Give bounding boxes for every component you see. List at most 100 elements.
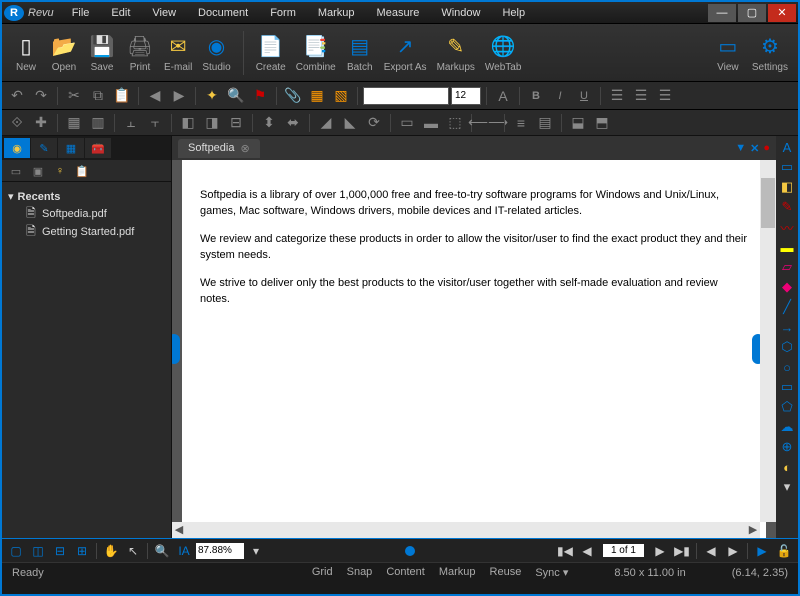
settings-button[interactable]: ⚙Settings — [748, 30, 792, 75]
tree-recents-header[interactable]: ▾ Recents — [6, 188, 167, 205]
font-color-icon[interactable]: A — [492, 85, 514, 107]
split-h-button[interactable]: ◫ — [28, 541, 48, 561]
create-button[interactable]: 📄Create — [252, 30, 290, 75]
markup-tool-icon[interactable]: ⬡ — [778, 338, 796, 356]
markup-tool-icon[interactable]: ▱ — [778, 258, 796, 276]
t2-icon[interactable]: ⬒ — [591, 112, 613, 134]
underline-button[interactable]: U — [573, 85, 595, 107]
presentation-button[interactable]: ▶ — [752, 541, 772, 561]
menu-help[interactable]: Help — [492, 5, 535, 21]
exportas-button[interactable]: ↗Export As — [380, 30, 431, 75]
markup-tool-icon[interactable]: ◆ — [778, 278, 796, 296]
scroll-right-icon[interactable]: ▶ — [746, 523, 760, 537]
undo-button[interactable]: ↶ — [6, 85, 28, 107]
markup-tool-icon[interactable]: ○ — [778, 358, 796, 376]
save-button[interactable]: 💾Save — [84, 30, 120, 75]
menu-edit[interactable]: Edit — [101, 5, 140, 21]
first-page-button[interactable]: ▮◀ — [555, 541, 575, 561]
maximize-button[interactable]: ▢ — [738, 4, 766, 22]
scrollbar-vertical[interactable] — [760, 160, 776, 522]
t2-icon[interactable]: ▥ — [87, 112, 109, 134]
batch-button[interactable]: ▤Batch — [342, 30, 378, 75]
scrollbar-horizontal[interactable]: ◀ ▶ — [172, 522, 760, 538]
menu-view[interactable]: View — [142, 5, 186, 21]
align-right-button[interactable]: ☰ — [654, 85, 676, 107]
panel-tab-files[interactable]: ◉ — [4, 138, 30, 158]
t2-icon[interactable]: ⬍ — [258, 112, 280, 134]
menu-file[interactable]: File — [62, 5, 100, 21]
panel-tab-markups[interactable]: ✎ — [31, 138, 57, 158]
t2-icon[interactable]: ⫠ — [120, 112, 142, 134]
menu-document[interactable]: Document — [188, 5, 258, 21]
t2-icon[interactable]: ✚ — [30, 112, 52, 134]
email-button[interactable]: ✉E-mail — [160, 30, 196, 75]
panel-tab-thumbs[interactable]: ▦ — [58, 138, 84, 158]
markup-tool-icon[interactable]: ╱ — [778, 298, 796, 316]
t2-icon[interactable]: ⊟ — [225, 112, 247, 134]
view-button[interactable]: ▭View — [710, 30, 746, 75]
prev-page-button[interactable]: ◀ — [577, 541, 597, 561]
webtab-button[interactable]: 🌐WebTab — [481, 30, 526, 75]
menu-measure[interactable]: Measure — [367, 5, 430, 21]
redo-button[interactable]: ↷ — [30, 85, 52, 107]
t2-icon[interactable]: ◢ — [315, 112, 337, 134]
align-left-button[interactable]: ☰ — [606, 85, 628, 107]
combine-button[interactable]: 📑Combine — [292, 30, 340, 75]
sub-btn[interactable]: ▭ — [6, 162, 26, 180]
tab-marker-icon[interactable]: ● — [763, 142, 770, 155]
lock-button[interactable]: 🔓 — [774, 541, 794, 561]
studio-button[interactable]: ◉Studio — [198, 30, 234, 75]
status-toggle[interactable]: Sync ▾ — [535, 566, 568, 579]
paste-button[interactable]: 📋 — [111, 85, 133, 107]
t2-icon[interactable]: ◨ — [201, 112, 223, 134]
markup-tool-icon[interactable]: 〰 — [778, 218, 796, 236]
next-page-button[interactable]: ▶ — [650, 541, 670, 561]
markup-tool-icon[interactable]: ✎ — [778, 198, 796, 216]
markup-tool-icon[interactable]: ⊕ — [778, 438, 796, 456]
next-button[interactable]: ▶ — [168, 85, 190, 107]
bold-button[interactable]: B — [525, 85, 547, 107]
select-tool-button[interactable]: ↖ — [123, 541, 143, 561]
file-item[interactable]: 🗎Softpedia.pdf — [6, 205, 167, 223]
status-toggle[interactable]: Markup — [439, 566, 476, 579]
scroll-left-icon[interactable]: ◀ — [172, 523, 186, 537]
markup-tool-icon[interactable]: ◧ — [778, 178, 796, 196]
stamp2-icon[interactable]: ▧ — [330, 85, 352, 107]
t2-icon[interactable]: ⬚ — [444, 112, 466, 134]
new-button[interactable]: ▯New — [8, 30, 44, 75]
italic-button[interactable]: I — [549, 85, 571, 107]
markup-tool-icon[interactable]: → — [778, 318, 796, 336]
markups-button[interactable]: ✎Markups — [433, 30, 479, 75]
page-indicator[interactable]: 1 of 1 — [603, 544, 644, 557]
markup-tool-icon[interactable]: ⬠ — [778, 398, 796, 416]
copy-button[interactable]: ⧉ — [87, 85, 109, 107]
prev-button[interactable]: ◀ — [144, 85, 166, 107]
markup-tool-icon[interactable]: ▭ — [778, 158, 796, 176]
tool-icon[interactable]: ✦ — [201, 85, 223, 107]
t2-icon[interactable]: ⟐ — [6, 112, 28, 134]
t2-icon[interactable]: ◣ — [339, 112, 361, 134]
markup-tool-icon[interactable]: ▾ — [778, 478, 796, 496]
document-viewport[interactable]: Softpedia is a library of over 1,000,000… — [172, 160, 776, 538]
pan-tool-button[interactable]: ✋ — [101, 541, 121, 561]
font-family-input[interactable] — [363, 87, 449, 105]
zoom-input[interactable] — [196, 543, 244, 559]
t2-icon[interactable]: ⟳ — [363, 112, 385, 134]
markup-tool-icon[interactable]: ▭ — [778, 378, 796, 396]
nav-fwd-button[interactable]: ▶ — [723, 541, 743, 561]
t2-icon[interactable]: ⬌ — [282, 112, 304, 134]
flag-icon[interactable]: ⚑ — [249, 85, 271, 107]
markup-tool-icon[interactable]: ☁ — [778, 418, 796, 436]
last-page-button[interactable]: ▶▮ — [672, 541, 692, 561]
split-none-button[interactable]: ▢ — [6, 541, 26, 561]
sub-btn[interactable]: ▣ — [28, 162, 48, 180]
t2-icon[interactable]: ▭ — [396, 112, 418, 134]
t2-icon[interactable]: ▤ — [534, 112, 556, 134]
status-toggle[interactable]: Reuse — [490, 566, 522, 579]
split-handle-left[interactable] — [172, 334, 180, 364]
markup-tool-icon[interactable]: ◐ — [778, 458, 796, 476]
status-toggle[interactable]: Grid — [312, 566, 333, 579]
open-button[interactable]: 📂Open — [46, 30, 82, 75]
markup-tool-icon[interactable]: ▬ — [778, 238, 796, 256]
scroll-thumb[interactable] — [761, 178, 775, 228]
